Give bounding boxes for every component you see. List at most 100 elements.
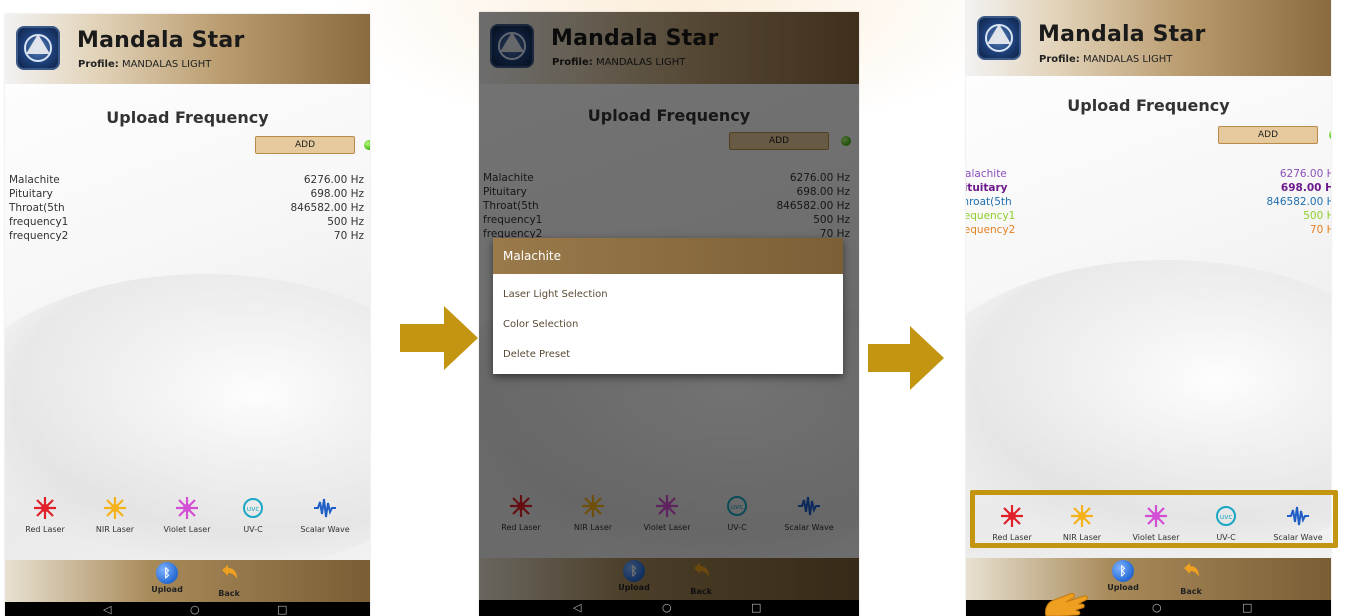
- nav-home-icon[interactable]: ○: [662, 601, 672, 615]
- preset-options-dialog: Malachite Laser Light Selection Color Se…: [493, 238, 843, 374]
- frequency-value: 500 Hz: [1303, 210, 1331, 222]
- profile-name: MANDALAS LIGHT: [121, 59, 212, 70]
- list-item[interactable]: Malachite 6276.00 Hz: [966, 168, 1331, 182]
- frequency-list: Malachite 6276.00 Hz Pituitary 698.00 Hz T…: [9, 174, 364, 244]
- list-item[interactable]: frequency1 500 Hz: [966, 210, 1331, 224]
- list-item[interactable]: Throat(5th 846582.00 Hz: [9, 202, 364, 216]
- frequency-value: 70 Hz: [1309, 224, 1331, 236]
- list-item[interactable]: frequency1 500 Hz: [9, 216, 364, 230]
- bottom-bar: ᛒ Upload Back: [966, 558, 1331, 600]
- frequency-name: frequency1: [966, 210, 1016, 222]
- step-arrow-icon: [400, 306, 478, 370]
- back-arrow-icon: [222, 565, 237, 579]
- laser-toolbar: Red Laser NIR Laser Violet Laser uvc UV-…: [13, 496, 363, 546]
- list-item[interactable]: Pituitary 698.00 Hz: [966, 182, 1331, 196]
- back-arrow-icon: [1184, 563, 1199, 577]
- profile-line: Profile: MANDALAS LIGHT: [78, 59, 211, 70]
- android-nav-bar: ◁ ○ □: [966, 600, 1331, 616]
- list-item[interactable]: frequency2 70 Hz: [9, 230, 364, 244]
- frequency-value: 70 Hz: [333, 230, 364, 242]
- upload-button[interactable]: ᛒ Upload: [1098, 560, 1148, 592]
- nav-home-icon[interactable]: ○: [190, 603, 200, 616]
- red-laser-button[interactable]: Red Laser: [13, 496, 77, 534]
- laser-light-selection-option[interactable]: Laser Light Selection: [493, 280, 843, 310]
- app-title: Mandala Star: [1038, 22, 1206, 47]
- list-item[interactable]: frequency2 70 Hz: [966, 224, 1331, 238]
- dialog-title: Malachite: [493, 238, 843, 274]
- frequency-name: Malachite: [9, 174, 60, 186]
- back-label: Back: [218, 589, 240, 598]
- pointing-hand-icon: [1045, 593, 1088, 616]
- frequency-value: 846582.00 Hz: [1266, 196, 1331, 208]
- frequency-name: Throat(5th: [966, 196, 1012, 208]
- nav-back-icon[interactable]: ◁: [103, 603, 111, 616]
- nir-laser-button[interactable]: NIR Laser: [83, 496, 147, 534]
- frequency-name: Throat(5th: [9, 202, 65, 214]
- frequency-name: frequency1: [9, 216, 69, 228]
- nav-home-icon[interactable]: ○: [1152, 601, 1162, 615]
- connection-status-icon: [1329, 130, 1331, 140]
- page-title: Upload Frequency: [1067, 96, 1230, 115]
- tool-label: UV-C: [243, 525, 263, 534]
- back-label: Back: [1180, 587, 1202, 596]
- red-laser-icon: [34, 497, 56, 519]
- tool-label: Violet Laser: [163, 525, 211, 534]
- color-selection-option[interactable]: Color Selection: [493, 310, 843, 340]
- frequency-name: frequency2: [9, 230, 69, 242]
- upload-label: Upload: [151, 585, 183, 594]
- frequency-value: 6276.00 Hz: [1279, 168, 1331, 180]
- frequency-value: 698.00 Hz: [310, 188, 364, 200]
- frequency-value: 698.00 Hz: [1280, 182, 1331, 194]
- tool-label: NIR Laser: [95, 525, 135, 534]
- frequency-name: Malachite: [966, 168, 1007, 180]
- app-logo-icon: [16, 26, 60, 70]
- nav-recents-icon[interactable]: □: [1242, 601, 1252, 615]
- back-button[interactable]: Back: [204, 562, 254, 598]
- nav-recents-icon[interactable]: □: [277, 603, 287, 616]
- nav-recents-icon[interactable]: □: [751, 601, 761, 615]
- frequency-name: Pituitary: [966, 182, 1008, 194]
- profile-line: Profile: MANDALAS LIGHT: [1039, 54, 1172, 65]
- nir-laser-icon: [104, 497, 126, 519]
- violet-laser-button[interactable]: Violet Laser: [155, 496, 219, 534]
- list-item[interactable]: Throat(5th 846582.00 Hz: [966, 196, 1331, 210]
- delete-preset-option[interactable]: Delete Preset: [493, 340, 843, 370]
- bluetooth-icon: ᛒ: [156, 562, 178, 584]
- tool-label: Red Laser: [25, 525, 65, 534]
- profile-name: MANDALAS LIGHT: [1082, 54, 1173, 65]
- list-item[interactable]: Pituitary 698.00 Hz: [9, 188, 364, 202]
- profile-label: Profile:: [78, 59, 119, 70]
- profile-label: Profile:: [1039, 54, 1080, 65]
- app-title: Mandala Star: [77, 28, 245, 53]
- upload-label: Upload: [1107, 583, 1139, 592]
- violet-laser-icon: [176, 497, 198, 519]
- bluetooth-icon: ᛒ: [1112, 560, 1134, 582]
- frequency-value: 846582.00 Hz: [290, 202, 364, 214]
- screen-1: Mandala Star Profile: MANDALAS LIGHT Upl…: [5, 14, 370, 616]
- bottom-bar: ᛒ Upload Back: [5, 560, 370, 602]
- add-button[interactable]: ADD: [1218, 126, 1318, 144]
- step-arrow-icon: [868, 326, 944, 390]
- frequency-name: Pituitary: [9, 188, 53, 200]
- connection-status-icon: [364, 140, 370, 150]
- app-header: Mandala Star Profile: MANDALAS LIGHT: [966, 0, 1331, 76]
- nav-back-icon[interactable]: ◁: [573, 601, 581, 615]
- scalar-wave-icon: [314, 498, 336, 518]
- svg-text:uvc: uvc: [247, 505, 260, 513]
- page-title: Upload Frequency: [106, 108, 269, 127]
- frequency-value: 500 Hz: [327, 216, 364, 228]
- screen-2: Mandala Star Profile: MANDALAS LIGHT Upl…: [479, 12, 859, 616]
- app-logo-icon: [977, 16, 1021, 60]
- tool-label: Scalar Wave: [300, 525, 350, 534]
- frequency-list: Malachite 6276.00 Hz Pituitary 698.00 Hz T…: [966, 168, 1331, 238]
- app-header: Mandala Star Profile: MANDALAS LIGHT: [5, 14, 370, 84]
- frequency-value: 6276.00 Hz: [303, 174, 364, 186]
- uvc-button[interactable]: uvc UV-C: [221, 496, 285, 534]
- upload-button[interactable]: ᛒ Upload: [142, 562, 192, 594]
- android-nav-bar: ◁ ○ □: [479, 600, 859, 616]
- android-nav-bar: ◁ ○ □: [5, 602, 370, 616]
- list-item[interactable]: Malachite 6276.00 Hz: [9, 174, 364, 188]
- back-button[interactable]: Back: [1166, 560, 1216, 596]
- add-button[interactable]: ADD: [255, 136, 355, 154]
- scalar-wave-button[interactable]: Scalar Wave: [293, 496, 357, 534]
